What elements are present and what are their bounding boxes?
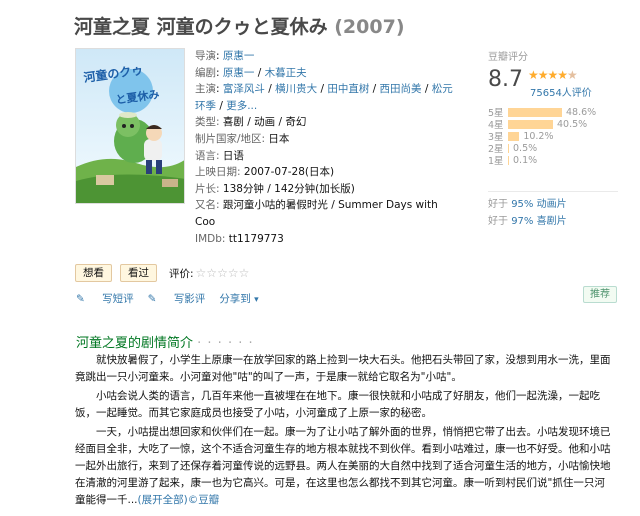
rating-panel: 豆瓣评分 <box>488 48 608 63</box>
rating-bar-percent: 0.1% <box>513 154 538 166</box>
movie-title: 河童之夏 河童のクゥと夏休み <box>74 16 328 38</box>
genre-value: 喜剧 / 动画 / 奇幻 <box>222 116 307 129</box>
aka-label: 又名: <box>195 199 220 212</box>
aka-row: 又名: 跟河童小咕的暑假时光 / Summer Days with Coo <box>195 197 460 230</box>
synopsis-paragraph-2: 小咕会说人类的语言，几百年来他一直被埋在在地下。康一很快就和小咕成了好朋友，他们… <box>75 390 600 419</box>
imdb-value: tt1179773 <box>228 232 284 245</box>
cast-more-link[interactable]: 更多... <box>226 100 257 112</box>
movie-year: (2007) <box>334 16 405 38</box>
half-star-icon: ★ <box>567 68 578 82</box>
writer-row: 编剧: 原惠一 / 木暮正夫 <box>195 66 307 79</box>
action-toolbar: ✎ 写短评 ✎ 写影评 分享到 ▾ <box>76 291 287 306</box>
release-value: 2007-07-28(日本) <box>243 166 335 179</box>
synopsis-text: 就快放暑假了，小学生上原康一在放学回家的路上捡到一块大石头。他把石头带回了家，没… <box>75 352 613 511</box>
movie-info: 导演: 原惠一 编剧: 原惠一 / 木暮正夫 主演: 富泽风斗 / 横川贵大 /… <box>195 48 460 247</box>
rating-bar-percent: 48.6% <box>566 106 597 118</box>
better1-prefix: 好于 <box>488 199 508 210</box>
rating-bar <box>508 143 509 153</box>
cast-link-4[interactable]: 西田尚美 <box>380 83 422 95</box>
movie-poster[interactable]: 河童のクゥ と夏休み <box>75 48 185 204</box>
better2-pct[interactable]: 97% <box>511 216 533 227</box>
cast-row: 主演: 富泽风斗 / 横川贵大 / 田中直树 / 西田尚美 / 松元环季 / 更… <box>195 83 453 112</box>
user-actions: 想看 看过 评价: ☆☆☆☆☆ <box>75 264 249 282</box>
better-than: 好于 95% 动画片 好于 97% 喜剧片 <box>488 191 618 230</box>
recommend-button[interactable]: 推荐 <box>583 286 617 303</box>
director-link[interactable]: 原惠一 <box>223 50 255 62</box>
want-to-watch-button[interactable]: 想看 <box>75 264 112 282</box>
aka-value: 跟河童小咕的暑假时光 / Summer Days with Coo <box>195 199 438 228</box>
imdb-label: IMDb: <box>195 232 226 245</box>
runtime-row: 片长: 138分钟 / 142分钟(加长版) <box>195 181 460 198</box>
pencil-icon: ✎ <box>76 293 85 305</box>
synopsis-title: 河童之夏的剧情简介 <box>76 336 194 351</box>
write-review[interactable]: ✎ 写影评 <box>148 291 206 306</box>
writer-link-2[interactable]: 木暮正夫 <box>265 67 307 79</box>
synopsis-dots: · · · · · · <box>197 336 254 351</box>
cast-link-2[interactable]: 横川贵大 <box>275 83 317 95</box>
copyright-text: ©豆瓣 <box>187 494 220 506</box>
rating-bar-percent: 10.2% <box>523 130 554 142</box>
genre-row: 类型: 喜剧 / 动画 / 奇幻 <box>195 114 460 131</box>
rating-bar-percent: 0.5% <box>513 142 538 154</box>
rating-score: 8.7 <box>488 67 523 92</box>
chevron-down-icon: ▾ <box>254 295 259 305</box>
cast-label: 主演 <box>195 83 216 96</box>
share-dropdown[interactable]: 分享到 ▾ <box>219 291 272 306</box>
better1-category[interactable]: 动画片 <box>537 199 567 210</box>
writer-link-1[interactable]: 原惠一 <box>223 67 255 79</box>
runtime-label: 片长: <box>195 182 220 195</box>
language-value: 日语 <box>222 149 244 162</box>
language-label: 语言: <box>195 149 220 162</box>
votes-link[interactable]: 75654人评价 <box>530 84 592 99</box>
release-label: 上映日期: <box>195 166 241 179</box>
rating-stars: ★★★★★ <box>528 68 578 82</box>
rating-bar <box>508 107 562 117</box>
rating-bar-label: 1星 <box>488 156 504 167</box>
better1-pct[interactable]: 95% <box>511 199 533 210</box>
language-row: 语言: 日语 <box>195 148 460 165</box>
synopsis-paragraph-1: 就快放暑假了，小学生上原康一在放学回家的路上捡到一块大石头。他把石头带回了家，没… <box>75 354 611 383</box>
share-link[interactable]: 分享到 <box>219 293 251 305</box>
cast-link-3[interactable]: 田中直树 <box>327 83 369 95</box>
pencil-icon: ✎ <box>147 293 157 305</box>
star-icon: ★★★★ <box>528 68 568 82</box>
country-label: 制片国家/地区: <box>195 132 266 145</box>
genre-label: 类型: <box>195 116 220 129</box>
better-than-row-2: 好于 97% 喜剧片 <box>488 213 618 230</box>
rate-stars-input[interactable]: ☆☆☆☆☆ <box>196 266 250 280</box>
imdb-row: IMDb: tt1179773 <box>195 231 460 248</box>
country-row: 制片国家/地区: 日本 <box>195 131 460 148</box>
rating-header: 豆瓣评分 <box>488 52 528 63</box>
watched-button[interactable]: 看过 <box>120 264 157 282</box>
rating-bar-percent: 40.5% <box>557 118 588 130</box>
rating-bar-row: 1星 0.1% <box>488 154 618 168</box>
expand-all-link[interactable]: (展开全部) <box>138 494 188 506</box>
synopsis-heading: 河童之夏的剧情简介 · · · · · · <box>76 332 254 351</box>
rating-bar <box>508 131 520 141</box>
rating-bar <box>508 119 553 129</box>
better2-prefix: 好于 <box>488 216 508 227</box>
write-short-review-link[interactable]: 写短评 <box>102 293 134 305</box>
director-row: 导演: 原惠一 <box>195 50 255 62</box>
write-short-review[interactable]: ✎ 写短评 <box>76 291 134 306</box>
synopsis-paragraph-3: 一天，小咕提出想回家和伙伴们在一起。康一为了让小咕了解外面的世界，悄悄把它带了出… <box>75 424 613 509</box>
runtime-value: 138分钟 / 142分钟(加长版) <box>222 182 355 195</box>
writer-label: 编剧 <box>195 66 216 79</box>
write-review-link[interactable]: 写影评 <box>174 293 206 305</box>
release-row: 上映日期: 2007-07-28(日本) <box>195 164 460 181</box>
better2-category[interactable]: 喜剧片 <box>537 216 567 227</box>
better-than-row-1: 好于 95% 动画片 <box>488 196 618 213</box>
director-label: 导演 <box>195 50 216 62</box>
page-title: 河童之夏 河童のクゥと夏休み (2007) <box>74 12 405 39</box>
rate-label: 评价: <box>169 267 194 280</box>
cast-link-1[interactable]: 富泽风斗 <box>223 83 265 95</box>
rating-bar <box>508 155 509 165</box>
poster-illustration: 河童のクゥ と夏休み <box>76 49 184 203</box>
country-value: 日本 <box>268 132 290 145</box>
rating-distribution: 5星 48.6% 4星 40.5% 3星 10.2% 2星 0.5% 1星 0.1% <box>488 106 618 168</box>
